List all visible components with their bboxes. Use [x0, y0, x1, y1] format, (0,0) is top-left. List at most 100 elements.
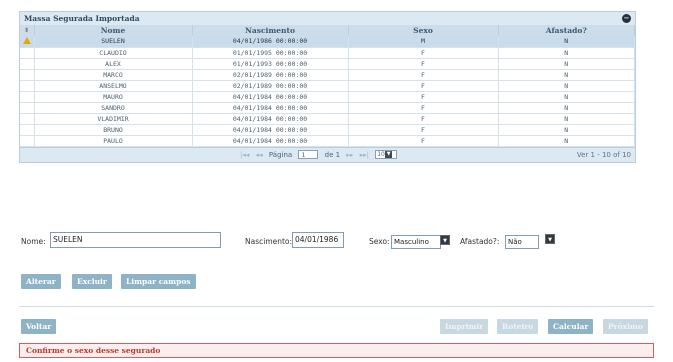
- afastado-select[interactable]: Não: [505, 235, 539, 249]
- table-row[interactable]: MAURO 04/01/1984 00:00:00 F N: [20, 91, 635, 103]
- rows-per-page-select[interactable]: 10 ▼: [375, 150, 398, 159]
- cell-afastado: N: [498, 135, 635, 147]
- collapse-icon[interactable]: −: [622, 14, 631, 23]
- chevron-down-icon[interactable]: ▼: [440, 235, 450, 245]
- table-row[interactable]: ANSELMO 02/01/1989 00:00:00 F N: [20, 80, 635, 92]
- cell-afastado: N: [498, 124, 635, 136]
- cell-afastado: N: [498, 69, 635, 81]
- cell-afastado: N: [498, 113, 635, 125]
- cell-nascimento: 04/01/1984 00:00:00: [192, 102, 349, 114]
- chevron-down-icon: ▼: [385, 151, 393, 158]
- table-row[interactable]: BRUNO 04/01/1984 00:00:00 F N: [20, 124, 635, 136]
- imprimir-button[interactable]: Imprimir: [440, 319, 489, 334]
- first-page-icon[interactable]: |◂◂: [240, 151, 249, 159]
- cell-nascimento: 02/01/1989 00:00:00: [192, 80, 349, 92]
- rows-per-page-value: 10: [377, 151, 385, 158]
- nascimento-field[interactable]: 04/01/1986: [292, 232, 344, 248]
- cell-nome: ANSELMO: [34, 80, 193, 92]
- grid-pager: |◂◂ ◂◂ Página 1 de 1 ▸▸ ▸▸| 10 ▼ Ver 1 -…: [20, 146, 635, 162]
- sexo-select[interactable]: Masculino: [391, 235, 441, 249]
- pager-info: Ver 1 - 10 of 10: [576, 150, 631, 159]
- table-row[interactable]: ALEX 01/01/1993 00:00:00 F N: [20, 58, 635, 70]
- cell-sexo: F: [348, 80, 499, 92]
- row-status-cell: [20, 102, 35, 114]
- calcular-button[interactable]: Calcular: [548, 319, 594, 334]
- prev-page-icon[interactable]: ◂◂: [256, 151, 263, 159]
- cell-sexo: F: [348, 135, 499, 147]
- cell-nascimento: 04/01/1986 00:00:00: [192, 36, 349, 48]
- limpar-campos-button[interactable]: Limpar campos: [121, 274, 196, 289]
- cell-afastado: N: [498, 47, 635, 59]
- cell-nome: MARCO: [34, 69, 193, 81]
- page-count: de 1: [324, 150, 341, 159]
- cell-nome: VLADIMIR: [34, 113, 193, 125]
- row-status-cell: [20, 135, 35, 147]
- cell-sexo: F: [348, 113, 499, 125]
- row-status-cell: [20, 69, 35, 81]
- row-status-cell: [20, 47, 35, 59]
- cell-nome: BRUNO: [34, 124, 193, 136]
- row-status-cell: [20, 36, 35, 48]
- cell-nome: PAULO: [34, 135, 193, 147]
- page-input[interactable]: 1: [298, 150, 319, 159]
- row-status-cell: [20, 80, 35, 92]
- table-row[interactable]: CLAUDIO 01/01/1995 00:00:00 F N: [20, 47, 635, 59]
- row-status-cell: [20, 124, 35, 136]
- cell-nome: SANDRO: [34, 102, 193, 114]
- table-row[interactable]: MARCO 02/01/1989 00:00:00 F N: [20, 69, 635, 81]
- warning-icon: [22, 37, 31, 45]
- cell-nome: CLAUDIO: [34, 47, 193, 59]
- cell-afastado: N: [498, 36, 635, 48]
- divider: [19, 306, 654, 307]
- excluir-button[interactable]: Excluir: [72, 274, 112, 289]
- cell-nascimento: 02/01/1989 00:00:00: [192, 69, 349, 81]
- cell-nascimento: 04/01/1984 00:00:00: [192, 113, 349, 125]
- cell-sexo: M: [348, 36, 499, 48]
- table-row[interactable]: PAULO 04/01/1984 00:00:00 F N: [20, 135, 635, 147]
- sexo-label: Sexo:: [369, 237, 390, 246]
- cell-nascimento: 04/01/1984 00:00:00: [192, 135, 349, 147]
- roteiro-button[interactable]: Roteiro: [497, 319, 539, 334]
- cell-sexo: F: [348, 69, 499, 81]
- row-status-cell: [20, 58, 35, 70]
- sort-icon[interactable]: ⇕: [20, 25, 35, 36]
- cell-sexo: F: [348, 58, 499, 70]
- voltar-button[interactable]: Voltar: [21, 319, 57, 334]
- grid-title: Massa Segurada Importada: [24, 14, 140, 23]
- cell-nome: SUELEN: [34, 36, 193, 48]
- last-page-icon[interactable]: ▸▸|: [360, 151, 369, 159]
- page-label: Página: [268, 150, 293, 159]
- column-header-afastado[interactable]: Afastado?: [498, 25, 635, 36]
- cell-nascimento: 04/01/1984 00:00:00: [192, 91, 349, 103]
- cell-afastado: N: [498, 91, 635, 103]
- cell-nascimento: 01/01/1993 00:00:00: [192, 58, 349, 70]
- row-status-cell: [20, 113, 35, 125]
- nome-field[interactable]: SUELEN: [50, 232, 221, 248]
- error-message: Confirme o sexo desse segurado: [19, 343, 654, 358]
- grid-caption: Massa Segurada Importada −: [20, 12, 635, 25]
- table-row[interactable]: VLADIMIR 04/01/1984 00:00:00 F N: [20, 113, 635, 125]
- alterar-button[interactable]: Alterar: [21, 274, 61, 289]
- cell-sexo: F: [348, 102, 499, 114]
- cell-nascimento: 01/01/1995 00:00:00: [192, 47, 349, 59]
- nascimento-label: Nascimento:: [245, 237, 293, 246]
- table-row[interactable]: SANDRO 04/01/1984 00:00:00 F N: [20, 102, 635, 114]
- cell-sexo: F: [348, 91, 499, 103]
- column-header-sexo[interactable]: Sexo: [348, 25, 499, 36]
- grid-table: ⇕ Nome Nascimento Sexo Afastado? SUELEN 0…: [20, 25, 635, 147]
- cell-nascimento: 04/01/1984 00:00:00: [192, 124, 349, 136]
- row-status-cell: [20, 91, 35, 103]
- chevron-down-icon[interactable]: ▼: [545, 234, 555, 244]
- cell-nome: ALEX: [34, 58, 193, 70]
- cell-sexo: F: [348, 124, 499, 136]
- column-header-nome[interactable]: Nome: [34, 25, 193, 36]
- proximo-button[interactable]: Próximo: [603, 319, 648, 334]
- cell-afastado: N: [498, 80, 635, 92]
- column-header-nascimento[interactable]: Nascimento: [192, 25, 349, 36]
- table-row[interactable]: SUELEN 04/01/1986 00:00:00 M N: [20, 36, 635, 48]
- next-page-icon[interactable]: ▸▸: [346, 151, 353, 159]
- insured-grid: Massa Segurada Importada − ⇕ Nome Nascim…: [19, 11, 636, 163]
- cell-afastado: N: [498, 102, 635, 114]
- afastado-label: Afastado?:: [460, 237, 500, 246]
- cell-afastado: N: [498, 58, 635, 70]
